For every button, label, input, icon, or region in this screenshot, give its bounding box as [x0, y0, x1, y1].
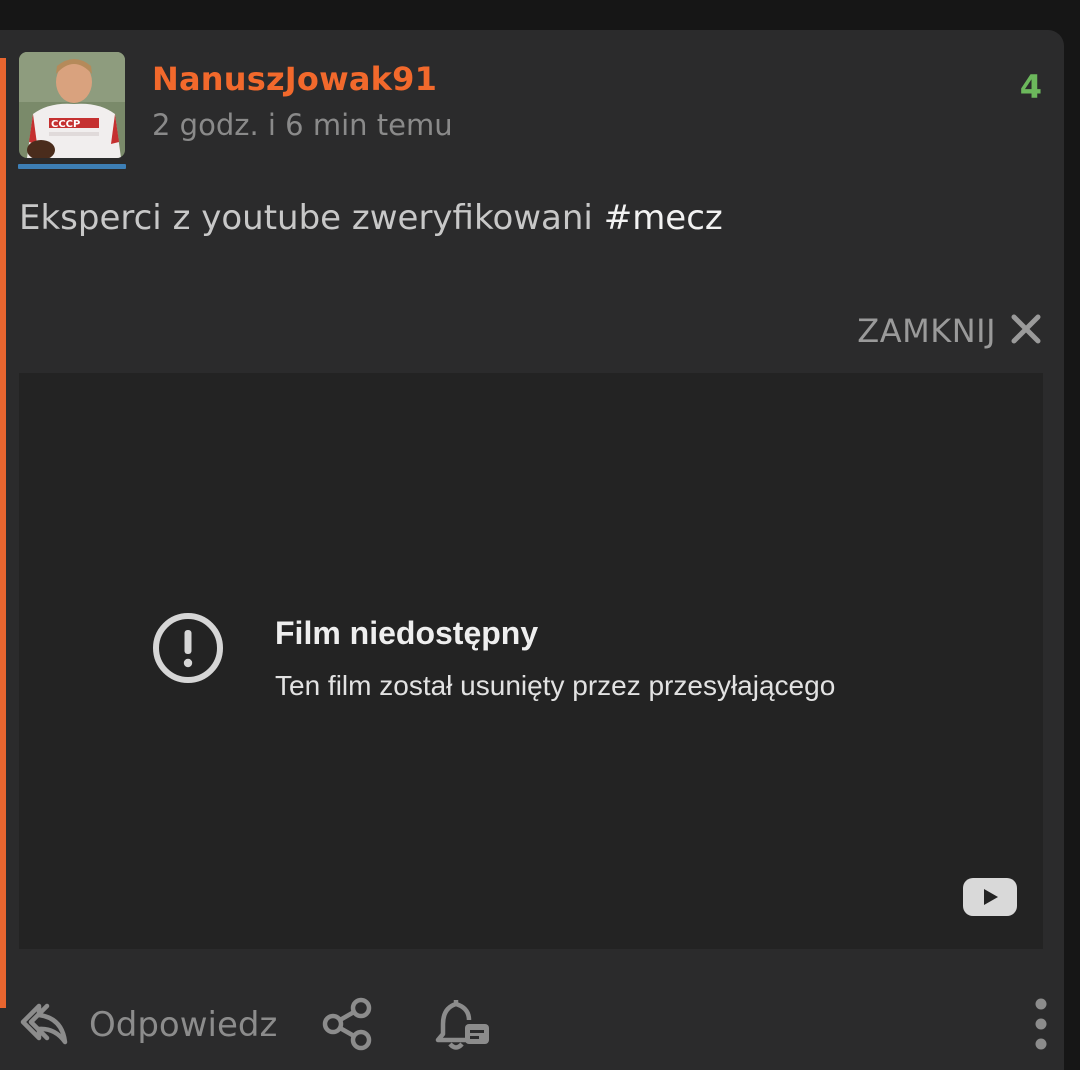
- post-body: Eksperci z youtube zweryfikowani #mecz: [19, 198, 723, 238]
- close-icon: [1010, 313, 1042, 349]
- username-link[interactable]: NanuszJowak91: [152, 60, 437, 98]
- video-unavailable-message: Film niedostępny Ten film został usunięt…: [151, 611, 835, 702]
- notification-bell-icon[interactable]: [433, 994, 493, 1058]
- reply-label: Odpowiedz: [89, 1005, 278, 1045]
- alert-circle-icon: [151, 611, 225, 689]
- reply-icon: [19, 998, 69, 1052]
- video-message-text: Film niedostępny Ten film został usunięt…: [275, 611, 835, 702]
- post-card: CCCP NanuszJowak91 2 godz. i 6 min temu …: [0, 30, 1064, 1070]
- svg-text:CCCP: CCCP: [51, 119, 80, 130]
- reply-button[interactable]: Odpowiedz: [19, 998, 277, 1052]
- post-timestamp[interactable]: 2 godz. i 6 min temu: [152, 108, 453, 142]
- close-embed-button[interactable]: ZAMKNIJ: [857, 312, 1042, 350]
- avatar-underline: [18, 164, 126, 169]
- close-label: ZAMKNIJ: [857, 312, 996, 350]
- post-text: Eksperci z youtube zweryfikowani: [19, 198, 604, 238]
- video-subtitle: Ten film został usunięty przez przesyłaj…: [275, 670, 836, 701]
- accent-bar: [0, 58, 6, 1008]
- vote-count[interactable]: 4: [1020, 68, 1042, 106]
- share-icon[interactable]: [321, 996, 377, 1056]
- video-embed[interactable]: Film niedostępny Ten film został usunięt…: [19, 373, 1043, 949]
- action-bar: Odpowiedz: [19, 992, 1059, 1062]
- hashtag-link[interactable]: #mecz: [604, 198, 723, 238]
- video-title: Film niedostępny: [275, 615, 539, 651]
- avatar[interactable]: CCCP: [19, 52, 125, 158]
- more-options-icon[interactable]: [1033, 996, 1049, 1056]
- youtube-icon[interactable]: [963, 878, 1017, 916]
